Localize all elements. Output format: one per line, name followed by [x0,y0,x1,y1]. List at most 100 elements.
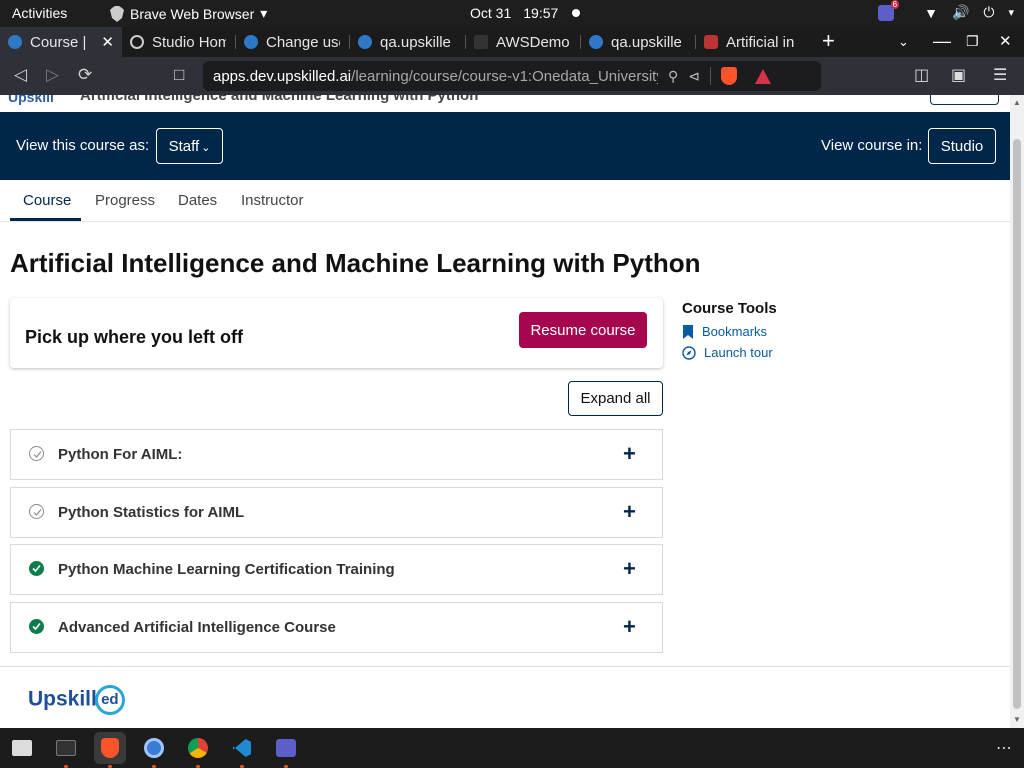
activities-button[interactable]: Activities [12,5,67,21]
section-python-ml-certification[interactable]: Python Machine Learning Certification Tr… [10,544,663,595]
section-name: Python Machine Learning Certification Tr… [58,561,395,578]
bookmarks-link[interactable]: Bookmarks [682,324,767,339]
chrome-icon[interactable] [182,732,214,764]
notification-dot-icon [572,9,581,17]
new-tab-icon[interactable]: + [822,28,835,54]
section-name: Advanced Artificial Intelligence Course [58,619,336,636]
expand-all-button[interactable]: Expand all [568,381,663,416]
system-top-bar: Activities Brave Web Browser ▾ Oct 31 19… [0,0,1024,27]
brave-browser-icon[interactable] [94,732,126,764]
page-viewport: Upskill Artificial Intelligence and Mach… [0,95,1010,728]
footer-logo[interactable]: Upskill ed [28,685,125,715]
section-advanced-ai[interactable]: Advanced Artificial Intelligence Course … [10,602,663,653]
course-tabs: Course Progress Dates Instructor [0,180,1010,222]
brave-rewards-icon[interactable] [755,68,771,84]
minimize-icon[interactable]: — [933,31,951,52]
menu-icon[interactable]: ☰ [993,65,1007,85]
section-python-for-aiml[interactable]: Python For AIML: + [10,429,663,480]
tab-dates[interactable]: Dates [178,192,217,209]
sidebar-icon[interactable]: ◫ [914,65,929,85]
upskilled-favicon-icon [589,35,603,49]
check-circle-outline-icon [29,446,44,461]
tab-change-user[interactable]: Change use [236,27,348,57]
power-icon: ⏻ [983,4,995,20]
launch-tour-label: Launch tour [704,345,773,360]
upskilled-favicon-icon [244,35,258,49]
time-text: 19:57 [523,5,559,21]
window-close-icon[interactable]: ✕ [999,32,1012,50]
brave-shields-icon[interactable] [721,67,737,85]
header-course-name: Artificial Intelligence and Machine Lear… [80,95,479,104]
view-as-select[interactable]: Staff ⌄ [156,128,223,164]
page-scrollbar[interactable]: ▲ ▼ [1010,95,1024,728]
tab-artificial-intelligence[interactable]: Artificial in [696,27,810,57]
section-name: Python For AIML: [58,446,183,463]
plus-icon[interactable]: + [623,499,636,525]
check-circle-filled-icon [29,619,44,634]
app-menu[interactable]: Brave Web Browser ▾ [110,5,267,22]
header-user-button[interactable] [930,95,999,105]
studio-button[interactable]: Studio [928,128,996,164]
terminal-icon[interactable] [50,732,82,764]
tab-instructor[interactable]: Instructor [241,192,304,209]
footer: Upskill ed [0,666,1010,728]
plus-icon[interactable]: + [623,441,636,467]
course-tools: Course Tools Bookmarks Launch tour [682,300,777,360]
address-bar[interactable]: apps.dev.upskilled.ai/learning/course/co… [203,61,821,91]
reload-icon[interactable]: ⟳ [78,65,92,85]
app-name: Brave Web Browser [130,5,255,22]
tab-studio-home[interactable]: Studio Hom [122,27,234,57]
back-icon[interactable]: ◁ [14,65,27,85]
tab-qa-upskilled-1[interactable]: qa.upskille [350,27,464,57]
tab-title: Course | [30,33,87,51]
url-path: /learning/course/course-v1:Onedata_Unive… [351,67,658,85]
wifi-icon: ▼ [924,4,938,21]
plus-icon[interactable]: + [623,556,636,582]
scroll-up-icon[interactable]: ▲ [1013,98,1021,107]
plus-icon[interactable]: + [623,614,636,640]
tab-title: qa.upskille [611,33,682,51]
chevron-down-icon: ⌄ [201,142,211,154]
files-icon[interactable] [6,732,38,764]
brave-lion-icon [110,5,124,22]
footer-logo-ed: ed [94,685,125,715]
section-python-statistics[interactable]: Python Statistics for AIML + [10,487,663,538]
resume-text: Pick up where you left off [25,327,244,347]
url-text[interactable]: apps.dev.upskilled.ai/learning/course/co… [213,68,658,85]
vscode-icon[interactable] [226,732,258,764]
scroll-down-icon[interactable]: ▼ [1013,715,1021,724]
course-header-strip: Upskill Artificial Intelligence and Mach… [0,95,1010,112]
tab-list-chevron-icon[interactable]: ⌄ [898,34,909,50]
page-title: Artificial Intelligence and Machine Lear… [10,248,701,278]
tab-course[interactable]: Course | ✕ [0,27,122,57]
tab-title: Change use [266,33,340,51]
forward-icon[interactable]: ▷ [46,65,59,85]
tab-progress[interactable]: Progress [95,192,155,209]
app-grid-icon[interactable]: ⋯ [988,732,1020,764]
teams-icon[interactable] [270,732,302,764]
share-icon[interactable]: ⊲ [688,68,700,85]
tab-title: qa.upskille [380,33,451,51]
zoom-icon[interactable]: ⚲ [668,68,678,85]
clock[interactable]: Oct 31 19:57 [470,5,581,21]
bookmark-icon [683,324,693,339]
tab-awsdemo[interactable]: AWSDemo [466,27,579,57]
resume-course-button[interactable]: Resume course [519,312,647,348]
system-tray[interactable]: 6 ▼ 🔊 ⏻ ▾ [878,0,1014,21]
dock: ⋯ [0,728,1024,768]
teams-tray-icon[interactable]: 6 [878,0,900,21]
shield-favicon-icon [704,35,718,49]
launch-tour-link[interactable]: Launch tour [682,345,773,360]
maximize-icon[interactable]: ❐ [966,33,979,50]
upskilled-logo[interactable]: Upskill [8,95,68,105]
volume-icon: 🔊 [951,4,970,20]
chromium-icon[interactable] [138,732,170,764]
close-icon[interactable]: ✕ [101,33,114,51]
wallet-icon[interactable]: ▣ [951,65,966,85]
tab-course-outline[interactable]: Course [23,192,71,209]
view-in-label: View course in: [821,137,923,154]
tab-qa-upskilled-2[interactable]: qa.upskille [581,27,694,57]
staff-bar: View this course as: Staff ⌄ View course… [0,112,1010,180]
bookmark-icon[interactable]: □ [174,65,184,85]
scrollbar-thumb[interactable] [1013,139,1021,709]
